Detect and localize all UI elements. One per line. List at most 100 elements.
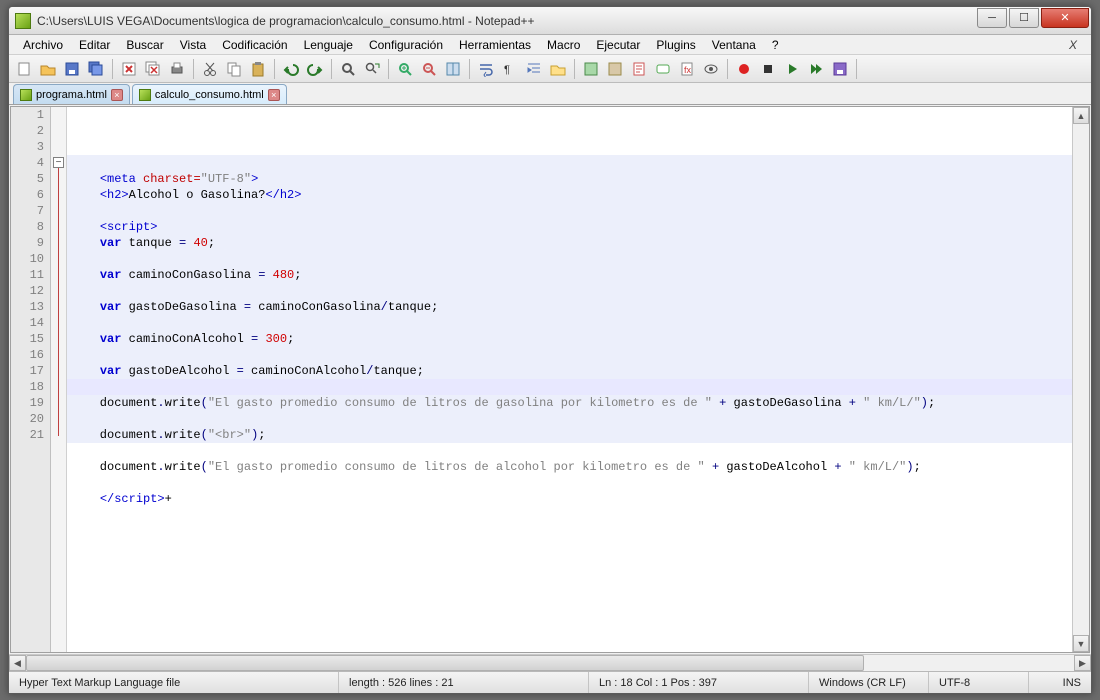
code-area[interactable]: <meta charset="UTF-8"> <h2>Alcohol o Gas… (67, 107, 1072, 652)
rec-button[interactable] (733, 58, 755, 80)
line-number[interactable]: 9 (11, 235, 44, 251)
zoomin-button[interactable] (394, 58, 416, 80)
line-number[interactable]: 11 (11, 267, 44, 283)
line-number[interactable]: 19 (11, 395, 44, 411)
code-line[interactable] (71, 475, 1072, 491)
code-line[interactable] (71, 251, 1072, 267)
scroll-down-icon[interactable]: ▼ (1073, 635, 1089, 652)
print-button[interactable] (166, 58, 188, 80)
tab-calculo-consumo[interactable]: calculo_consumo.html × (132, 84, 287, 104)
tab-close-icon[interactable]: × (268, 89, 280, 101)
paste-button[interactable] (247, 58, 269, 80)
line-number[interactable]: 7 (11, 203, 44, 219)
doc-button[interactable] (628, 58, 650, 80)
menu-lenguaje[interactable]: Lenguaje (296, 36, 361, 54)
lang1-button[interactable] (580, 58, 602, 80)
copy-button[interactable] (223, 58, 245, 80)
replace-button[interactable] (361, 58, 383, 80)
line-number[interactable]: 2 (11, 123, 44, 139)
playmult-button[interactable] (805, 58, 827, 80)
code-line[interactable] (71, 379, 1072, 395)
line-number[interactable]: 20 (11, 411, 44, 427)
line-number[interactable]: 3 (11, 139, 44, 155)
line-number[interactable]: 21 (11, 427, 44, 443)
line-number[interactable]: 8 (11, 219, 44, 235)
stop-button[interactable] (757, 58, 779, 80)
maximize-button[interactable]: ☐ (1009, 8, 1039, 28)
sync-button[interactable] (442, 58, 464, 80)
play-button[interactable] (781, 58, 803, 80)
menu-ventana[interactable]: Ventana (704, 36, 764, 54)
folder-button[interactable] (547, 58, 569, 80)
minimize-button[interactable]: ─ (977, 8, 1007, 28)
scroll-track[interactable] (1073, 124, 1089, 635)
menu-buscar[interactable]: Buscar (118, 36, 171, 54)
save-button[interactable] (61, 58, 83, 80)
new-button[interactable] (13, 58, 35, 80)
menu-archivo[interactable]: Archivo (15, 36, 71, 54)
horizontal-scrollbar[interactable]: ◀ ▶ (9, 654, 1091, 671)
code-line[interactable]: <h2>Alcohol o Gasolina?</h2> (71, 187, 1072, 203)
code-line[interactable]: <meta charset="UTF-8"> (71, 171, 1072, 187)
eye-button[interactable] (700, 58, 722, 80)
scroll-left-icon[interactable]: ◀ (9, 655, 26, 671)
allchars-button[interactable]: ¶ (499, 58, 521, 80)
code-line[interactable]: var gastoDeGasolina = caminoConGasolina/… (71, 299, 1072, 315)
menu-codificación[interactable]: Codificación (214, 36, 295, 54)
line-number[interactable]: 14 (11, 315, 44, 331)
fold-column[interactable]: − (51, 107, 67, 652)
find-button[interactable] (337, 58, 359, 80)
redo-button[interactable] (304, 58, 326, 80)
code-line[interactable]: document.write("El gasto promedio consum… (71, 459, 1072, 475)
tab-close-icon[interactable]: × (111, 89, 123, 101)
scroll-right-icon[interactable]: ▶ (1074, 655, 1091, 671)
code-line[interactable]: var caminoConGasolina = 480; (71, 267, 1072, 283)
status-insert-mode[interactable]: INS (1029, 672, 1091, 693)
close-button[interactable]: ✕ (1041, 8, 1089, 28)
line-number-gutter[interactable]: 123456789101112131415161718192021 (11, 107, 51, 652)
save2-button[interactable] (829, 58, 851, 80)
menu-herramientas[interactable]: Herramientas (451, 36, 539, 54)
menu-configuración[interactable]: Configuración (361, 36, 451, 54)
code-line[interactable]: var caminoConAlcohol = 300; (71, 331, 1072, 347)
tab-programa[interactable]: programa.html × (13, 84, 130, 104)
code-line[interactable] (71, 203, 1072, 219)
code-line[interactable] (71, 411, 1072, 427)
line-number[interactable]: 1 (11, 107, 44, 123)
code-line[interactable] (71, 347, 1072, 363)
line-number[interactable]: 18 (11, 379, 44, 395)
zoomout-button[interactable] (418, 58, 440, 80)
menu-ejecutar[interactable]: Ejecutar (588, 36, 648, 54)
code-line[interactable]: document.write("<br>"); (71, 427, 1072, 443)
menu-macro[interactable]: Macro (539, 36, 588, 54)
line-number[interactable]: 16 (11, 347, 44, 363)
line-number[interactable]: 5 (11, 171, 44, 187)
func-button[interactable]: fx (676, 58, 698, 80)
code-line[interactable]: </script>+ (71, 491, 1072, 507)
undo-button[interactable] (280, 58, 302, 80)
status-eol[interactable]: Windows (CR LF) (809, 672, 929, 693)
comment-button[interactable] (652, 58, 674, 80)
menu-vista[interactable]: Vista (172, 36, 214, 54)
line-number[interactable]: 15 (11, 331, 44, 347)
vertical-scrollbar[interactable]: ▲ ▼ (1072, 107, 1089, 652)
fold-toggle-icon[interactable]: − (53, 157, 64, 168)
line-number[interactable]: 13 (11, 299, 44, 315)
menu-plugins[interactable]: Plugins (648, 36, 703, 54)
code-line[interactable] (71, 315, 1072, 331)
menu-editar[interactable]: Editar (71, 36, 118, 54)
line-number[interactable]: 17 (11, 363, 44, 379)
code-line[interactable]: var tanque = 40; (71, 235, 1072, 251)
code-line[interactable] (71, 443, 1072, 459)
code-line[interactable]: <script> (71, 219, 1072, 235)
line-number[interactable]: 12 (11, 283, 44, 299)
close-button[interactable] (118, 58, 140, 80)
open-button[interactable] (37, 58, 59, 80)
saveall-button[interactable] (85, 58, 107, 80)
code-line[interactable]: document.write("El gasto promedio consum… (71, 395, 1072, 411)
cut-button[interactable] (199, 58, 221, 80)
code-line[interactable]: var gastoDeAlcohol = caminoConAlcohol/ta… (71, 363, 1072, 379)
lang2-button[interactable] (604, 58, 626, 80)
menu-close-x[interactable]: X (1061, 38, 1085, 52)
closeall-button[interactable] (142, 58, 164, 80)
